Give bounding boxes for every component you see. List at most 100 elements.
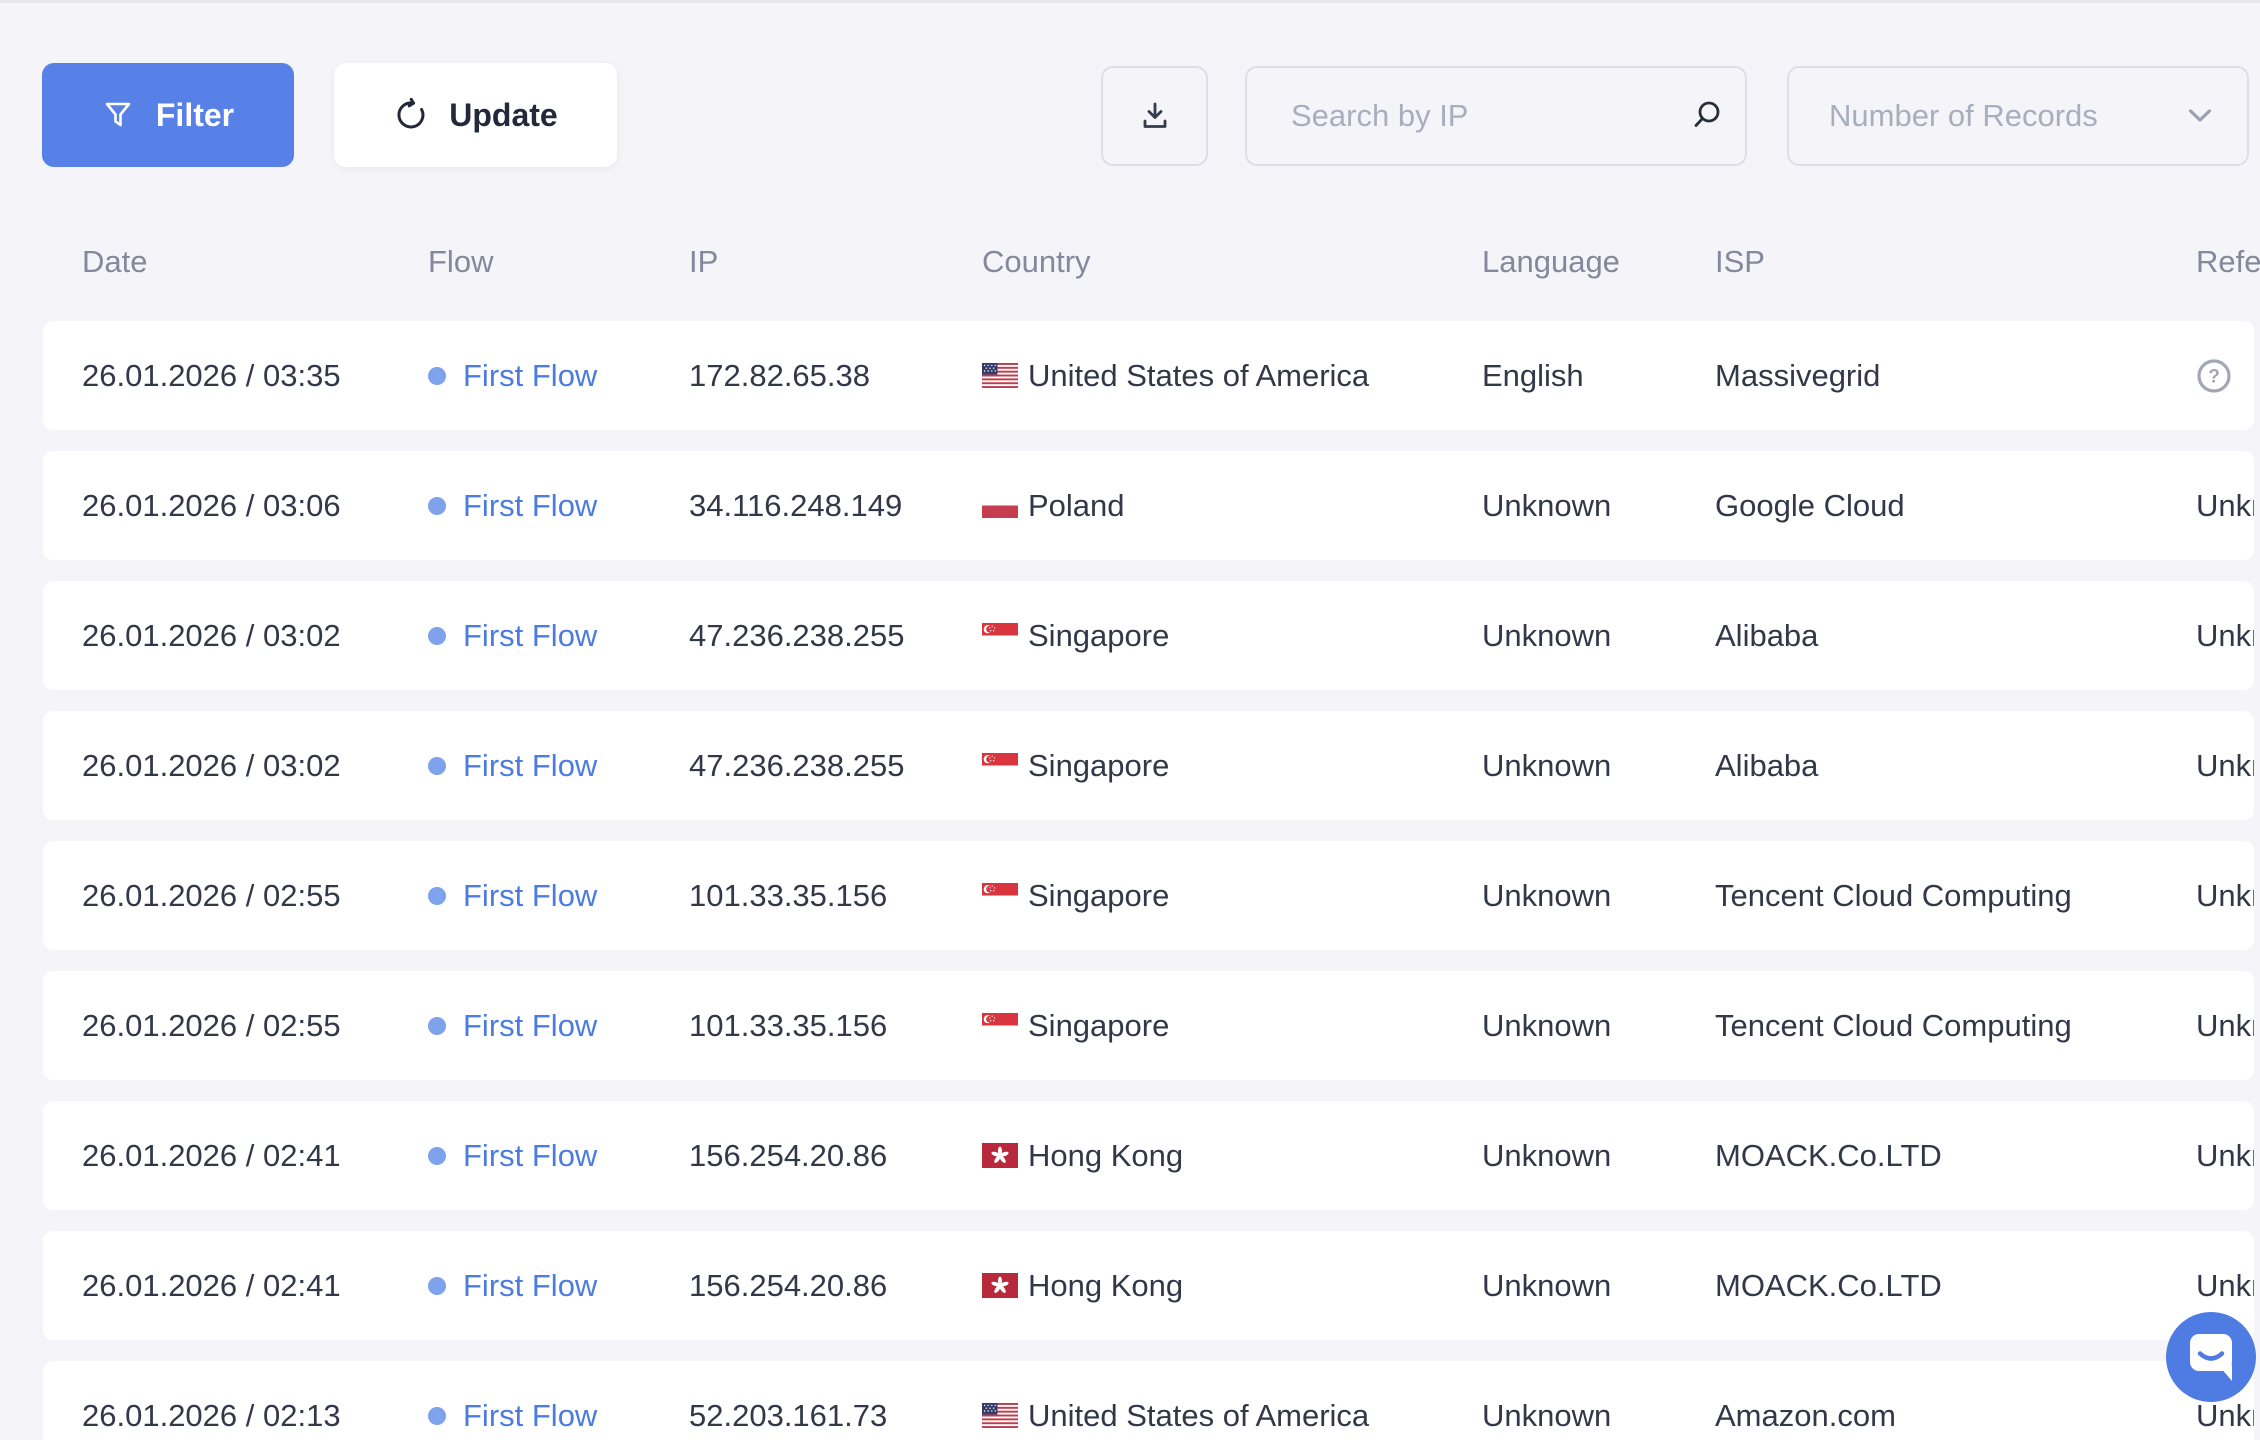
cell-isp: MOACK.Co.LTD: [1715, 1138, 2196, 1174]
table-row[interactable]: 26.01.2026 / 02:55 First Flow 101.33.35.…: [43, 971, 2254, 1080]
table-row[interactable]: 26.01.2026 / 02:41 First Flow 156.254.20…: [43, 1101, 2254, 1210]
cell-country: Hong Kong: [982, 1268, 1482, 1304]
country-name: Poland: [1028, 488, 1125, 524]
chevron-down-icon: [2187, 107, 2213, 125]
column-header-ip: IP: [689, 244, 982, 280]
records-select-label: Number of Records: [1829, 98, 2098, 134]
table-row[interactable]: 26.01.2026 / 02:41 First Flow 156.254.20…: [43, 1231, 2254, 1340]
cell-flow: First Flow: [428, 618, 689, 654]
column-header-referrer: Referer: [2196, 244, 2260, 280]
update-button[interactable]: Update: [334, 63, 617, 167]
cell-ip: 47.236.238.255: [689, 618, 982, 654]
country-flag-icon: [982, 623, 1018, 648]
flow-link[interactable]: First Flow: [463, 618, 597, 654]
cell-isp: Alibaba: [1715, 748, 2196, 784]
cell-date: 26.01.2026 / 02:13: [82, 1398, 428, 1434]
cell-language: Unknown: [1482, 1138, 1715, 1174]
flow-link[interactable]: First Flow: [463, 1138, 597, 1174]
column-header-flow: Flow: [428, 244, 689, 280]
cell-country: Poland: [982, 488, 1482, 524]
flow-dot-icon: [428, 1407, 446, 1425]
referrer-text: Unknown: [2196, 748, 2254, 784]
country-flag-icon: [982, 1013, 1018, 1038]
cell-country: United States of America: [982, 358, 1482, 394]
country-name: Singapore: [1028, 878, 1169, 914]
cell-referrer: Unknown: [2196, 618, 2254, 654]
column-header-date: Date: [82, 244, 428, 280]
flow-link[interactable]: First Flow: [463, 1008, 597, 1044]
flow-link[interactable]: First Flow: [463, 358, 597, 394]
flow-link[interactable]: First Flow: [463, 878, 597, 914]
table-row[interactable]: 26.01.2026 / 03:06 First Flow 34.116.248…: [43, 451, 2254, 560]
table-row[interactable]: 26.01.2026 / 03:02 First Flow 47.236.238…: [43, 581, 2254, 690]
flow-link[interactable]: First Flow: [463, 1398, 597, 1434]
cell-ip: 156.254.20.86: [689, 1138, 982, 1174]
flow-link[interactable]: First Flow: [463, 1268, 597, 1304]
cell-isp: Tencent Cloud Computing: [1715, 1008, 2196, 1044]
records-select[interactable]: Number of Records: [1787, 66, 2249, 166]
cell-ip: 101.33.35.156: [689, 1008, 982, 1044]
search-icon[interactable]: [1690, 99, 1724, 133]
referrer-text: Unknown: [2196, 1138, 2254, 1174]
country-flag-icon: [982, 1273, 1018, 1298]
column-header-language: Language: [1482, 244, 1715, 280]
table-row[interactable]: 26.01.2026 / 02:13 First Flow 52.203.161…: [43, 1361, 2254, 1440]
column-header-country: Country: [982, 244, 1482, 280]
cell-date: 26.01.2026 / 02:55: [82, 878, 428, 914]
search-box: [1245, 66, 1747, 166]
cell-date: 26.01.2026 / 03:02: [82, 748, 428, 784]
cell-country: Singapore: [982, 748, 1482, 784]
country-flag-icon: [982, 1403, 1018, 1428]
cell-flow: First Flow: [428, 358, 689, 394]
cell-isp: Amazon.com: [1715, 1398, 2196, 1434]
search-input[interactable]: [1247, 68, 1690, 164]
messenger-icon: [2165, 1311, 2257, 1403]
country-name: Singapore: [1028, 618, 1169, 654]
chat-widget-button[interactable]: [2165, 1311, 2257, 1403]
cell-flow: First Flow: [428, 1138, 689, 1174]
funnel-icon: [102, 99, 134, 131]
table-row[interactable]: 26.01.2026 / 03:35 First Flow 172.82.65.…: [43, 321, 2254, 430]
cell-date: 26.01.2026 / 02:41: [82, 1138, 428, 1174]
refresh-icon: [393, 98, 427, 132]
cell-language: Unknown: [1482, 1268, 1715, 1304]
download-icon: [1137, 98, 1173, 134]
cell-country: United States of America: [982, 1398, 1482, 1434]
flow-link[interactable]: First Flow: [463, 488, 597, 524]
cell-flow: First Flow: [428, 488, 689, 524]
cell-isp: MOACK.Co.LTD: [1715, 1268, 2196, 1304]
flow-dot-icon: [428, 887, 446, 905]
question-icon[interactable]: ?: [2196, 358, 2232, 394]
cell-isp: Massivegrid: [1715, 358, 2196, 394]
flow-dot-icon: [428, 627, 446, 645]
cell-referrer: Unknown: [2196, 1268, 2254, 1304]
cell-flow: First Flow: [428, 1398, 689, 1434]
country-flag-icon: [982, 1143, 1018, 1168]
cell-ip: 101.33.35.156: [689, 878, 982, 914]
cell-country: Singapore: [982, 878, 1482, 914]
country-name: Singapore: [1028, 1008, 1169, 1044]
cell-language: Unknown: [1482, 488, 1715, 524]
country-name: United States of America: [1028, 358, 1369, 394]
table-row[interactable]: 26.01.2026 / 02:55 First Flow 101.33.35.…: [43, 841, 2254, 950]
cell-referrer: Unknown: [2196, 488, 2254, 524]
country-name: Hong Kong: [1028, 1138, 1183, 1174]
cell-ip: 172.82.65.38: [689, 358, 982, 394]
table-body: 26.01.2026 / 03:35 First Flow 172.82.65.…: [43, 321, 2254, 1440]
country-flag-icon: [982, 363, 1018, 388]
filter-button[interactable]: Filter: [42, 63, 294, 167]
cell-language: Unknown: [1482, 748, 1715, 784]
cell-referrer: Unknown: [2196, 878, 2254, 914]
referrer-text: Unknown: [2196, 878, 2254, 914]
download-button[interactable]: [1101, 66, 1208, 166]
table-row[interactable]: 26.01.2026 / 03:02 First Flow 47.236.238…: [43, 711, 2254, 820]
table-header: Date Flow IP Country Language ISP Refere…: [43, 238, 2254, 286]
cell-referrer: ?: [2196, 358, 2254, 394]
flow-dot-icon: [428, 1017, 446, 1035]
cell-language: Unknown: [1482, 1008, 1715, 1044]
flow-dot-icon: [428, 1277, 446, 1295]
referrer-text: Unknown: [2196, 488, 2254, 524]
country-name: Hong Kong: [1028, 1268, 1183, 1304]
flow-link[interactable]: First Flow: [463, 748, 597, 784]
cell-language: English: [1482, 358, 1715, 394]
